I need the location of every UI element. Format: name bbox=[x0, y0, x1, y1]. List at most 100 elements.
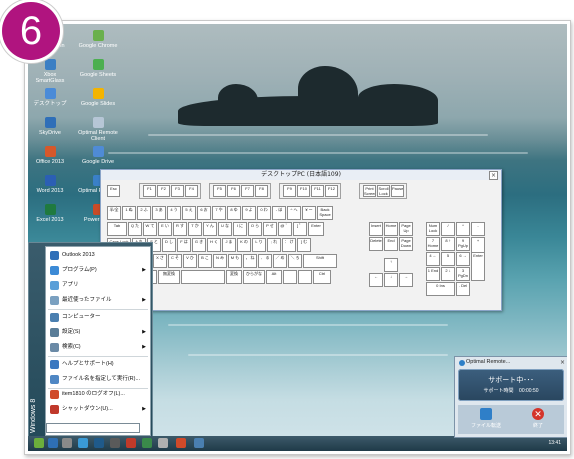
key[interactable]: 6 お bbox=[197, 206, 211, 220]
key[interactable]: 3 あ bbox=[152, 206, 166, 220]
start-menu-search-input[interactable] bbox=[46, 423, 140, 433]
numpad-key[interactable]: . Del bbox=[456, 282, 470, 296]
key[interactable]: ． る bbox=[258, 254, 272, 268]
numpad-key[interactable]: - bbox=[471, 222, 485, 236]
start-menu-item[interactable]: 最近使ったファイル ▶ bbox=[48, 294, 148, 307]
key[interactable]: I に bbox=[233, 222, 247, 236]
keyboard-close-button[interactable]: × bbox=[489, 171, 498, 180]
key[interactable]: ひらがな bbox=[243, 270, 265, 284]
numpad-key[interactable]: 0 Ins bbox=[426, 282, 455, 296]
numpad-key[interactable]: 4 ← bbox=[426, 252, 440, 266]
key[interactable]: B こ bbox=[198, 254, 212, 268]
taskbar-app-button[interactable] bbox=[34, 438, 44, 448]
desktop-icon[interactable]: Google Slides bbox=[78, 88, 118, 107]
key[interactable]: Ctrl bbox=[313, 270, 331, 284]
taskbar-app-button[interactable] bbox=[48, 438, 58, 448]
key[interactable]: 7 や bbox=[212, 206, 226, 220]
key[interactable]: P せ bbox=[263, 222, 277, 236]
start-menu-item[interactable]: item1810 のログオフ(L)... bbox=[48, 388, 148, 401]
function-key[interactable]: Esc bbox=[107, 185, 120, 197]
navigation-key[interactable]: ↓ bbox=[384, 273, 398, 287]
start-menu-item[interactable]: 検索(C) ▶ bbox=[48, 341, 148, 354]
key[interactable]: T か bbox=[188, 222, 202, 236]
desktop-icon[interactable]: Google Drive bbox=[78, 146, 118, 165]
numpad-key[interactable]: * bbox=[456, 222, 470, 236]
key[interactable]: 4 う bbox=[167, 206, 181, 220]
navigation-key[interactable]: ← bbox=[369, 273, 383, 287]
key[interactable]: 変換 bbox=[226, 270, 242, 284]
key[interactable]: O ら bbox=[248, 222, 262, 236]
key[interactable]: Alt bbox=[266, 270, 282, 284]
key[interactable]: D し bbox=[162, 238, 176, 252]
key[interactable]: ¥ ー bbox=[302, 206, 316, 220]
navigation-key[interactable]: Page Up bbox=[399, 222, 413, 236]
numpad-key[interactable]: 9 PgUp bbox=[456, 237, 470, 251]
taskbar-app-button[interactable] bbox=[94, 438, 104, 448]
key[interactable]: ; れ bbox=[267, 238, 281, 252]
key[interactable]: 5 え bbox=[182, 206, 196, 220]
navigation-key[interactable]: End bbox=[384, 237, 398, 251]
key[interactable]: 無変換 bbox=[158, 270, 180, 284]
key[interactable]: 9 よ bbox=[242, 206, 256, 220]
key[interactable]: U な bbox=[218, 222, 232, 236]
start-menu-item[interactable]: ファイル名を指定して実行(R)... bbox=[48, 373, 148, 386]
desktop-icon[interactable]: デスクトップ bbox=[30, 88, 70, 107]
start-menu-item[interactable]: Outlook 2013 bbox=[48, 249, 148, 262]
key[interactable]: Q た bbox=[128, 222, 142, 236]
optimal-remote-close-button[interactable]: × bbox=[560, 359, 565, 366]
numpad-key[interactable]: 6 → bbox=[456, 252, 470, 266]
search-icon[interactable]: ⌕ bbox=[140, 422, 148, 431]
desktop-icon[interactable]: SkyDrive bbox=[30, 117, 70, 136]
numpad-key[interactable]: / bbox=[441, 222, 455, 236]
taskbar-app-button[interactable] bbox=[62, 438, 72, 448]
taskbar-app-button[interactable] bbox=[142, 438, 152, 448]
key[interactable]: F は bbox=[177, 238, 191, 252]
numpad-key[interactable]: 1 End bbox=[426, 267, 440, 281]
key[interactable]: M も bbox=[228, 254, 242, 268]
key[interactable]: 0 わ bbox=[257, 206, 271, 220]
navigation-key[interactable]: ↑ bbox=[384, 258, 398, 272]
navigation-key[interactable]: Page Down bbox=[399, 237, 413, 251]
navigation-key[interactable]: Insert bbox=[369, 222, 383, 236]
key[interactable]: 8 ゆ bbox=[227, 206, 241, 220]
key[interactable]: ， ね bbox=[243, 254, 257, 268]
key[interactable]: 1 ぬ bbox=[122, 206, 136, 220]
numpad-key[interactable]: 8 ↑ bbox=[441, 237, 455, 251]
desktop-icon[interactable]: Excel 2013 bbox=[30, 204, 70, 223]
key[interactable]: ／ め bbox=[273, 254, 287, 268]
key[interactable]: G き bbox=[192, 238, 206, 252]
key[interactable]: Y ん bbox=[203, 222, 217, 236]
numpad-key[interactable]: 5 bbox=[441, 252, 455, 266]
key[interactable]: N み bbox=[213, 254, 227, 268]
numpad-key[interactable]: Num Lock bbox=[426, 222, 440, 236]
navigation-key[interactable]: → bbox=[399, 273, 413, 287]
desktop-icon[interactable]: Optimal Remote Client bbox=[78, 117, 118, 142]
navigation-key[interactable]: Home bbox=[384, 222, 398, 236]
start-menu-item[interactable]: シャットダウン(U)... ▶ bbox=[48, 403, 148, 416]
key[interactable]: ： け bbox=[282, 238, 296, 252]
key[interactable]: Enter bbox=[308, 222, 324, 236]
key[interactable]: @ ゛ bbox=[278, 222, 292, 236]
key[interactable]: [ ゜ bbox=[293, 222, 307, 236]
key[interactable]: ] む bbox=[297, 238, 311, 252]
desktop-icon[interactable]: Word 2013 bbox=[30, 175, 70, 194]
taskbar-app-button[interactable] bbox=[126, 438, 136, 448]
key[interactable]: X さ bbox=[153, 254, 167, 268]
key[interactable] bbox=[298, 270, 312, 284]
numpad-key[interactable]: Enter bbox=[471, 252, 485, 281]
numpad-key[interactable]: 7 Home bbox=[426, 237, 440, 251]
start-menu-item[interactable]: 設定(S) ▶ bbox=[48, 326, 148, 339]
key[interactable] bbox=[283, 270, 297, 284]
key[interactable]: C そ bbox=[168, 254, 182, 268]
key[interactable]: L り bbox=[252, 238, 266, 252]
desktop-icon[interactable]: Xbox SmartGlass bbox=[30, 59, 70, 84]
start-menu-item[interactable]: ヘルプとサポート(H) bbox=[48, 358, 148, 371]
taskbar-app-button[interactable] bbox=[194, 438, 204, 448]
desktop-icon[interactable]: Google Sheets bbox=[78, 59, 118, 78]
key[interactable]: ＼ ろ bbox=[288, 254, 302, 268]
taskbar-app-button[interactable] bbox=[110, 438, 120, 448]
file-transfer-button[interactable]: ファイル転送 bbox=[466, 407, 506, 432]
numpad-key[interactable]: 2 ↓ bbox=[441, 267, 455, 281]
navigation-key[interactable]: Delete bbox=[369, 237, 383, 251]
key[interactable]: 2 ふ bbox=[137, 206, 151, 220]
